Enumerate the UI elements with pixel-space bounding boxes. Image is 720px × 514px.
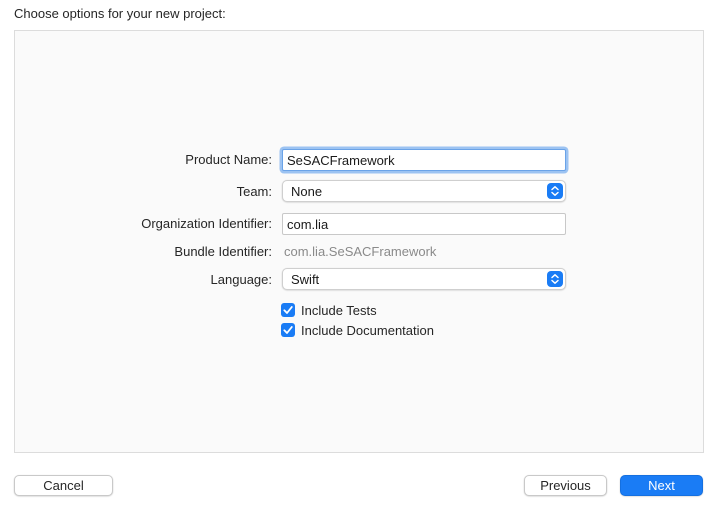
team-row: Team: None [0,180,720,204]
include-tests-label: Include Tests [301,303,377,318]
checkmark-icon [281,323,295,337]
language-row: Language: Swift [0,268,720,292]
team-label: Team: [236,184,272,199]
team-popup[interactable]: None [282,180,566,202]
include-documentation-label: Include Documentation [301,323,434,338]
team-value: None [291,184,323,199]
language-value: Swift [291,272,320,287]
chevron-up-down-icon [547,271,563,287]
product-name-row: Product Name: SeSACFramework [0,148,720,172]
next-button[interactable]: Next [620,475,703,496]
bundle-identifier-label: Bundle Identifier: [174,244,272,259]
organization-identifier-label: Organization Identifier: [141,216,272,231]
bundle-identifier-value: com.lia.SeSACFramework [284,244,437,259]
bundle-identifier-row: Bundle Identifier: com.lia.SeSACFramewor… [0,240,720,264]
organization-identifier-row: Organization Identifier: com.lia [0,212,720,236]
product-name-label: Product Name: [185,152,272,167]
chevron-up-down-icon [547,183,563,199]
checkmark-icon [281,303,295,317]
page-title: Choose options for your new project: [14,6,226,21]
cancel-button[interactable]: Cancel [14,475,113,496]
language-popup[interactable]: Swift [282,268,566,290]
language-label: Language: [210,272,272,287]
previous-button[interactable]: Previous [524,475,607,496]
product-name-input[interactable]: SeSACFramework [282,149,566,171]
organization-identifier-input[interactable]: com.lia [282,213,566,235]
